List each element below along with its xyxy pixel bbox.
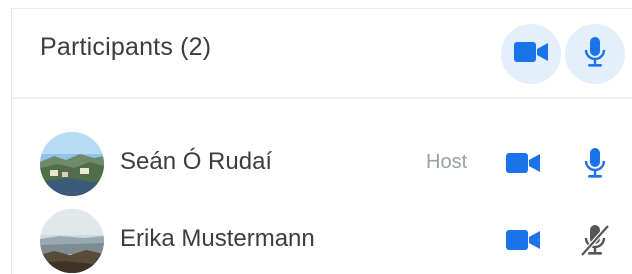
participant-video-toggle[interactable] xyxy=(503,147,543,183)
video-camera-icon xyxy=(506,229,540,256)
participant-mic-toggle[interactable] xyxy=(575,147,615,183)
participants-panel: Participants (2) Seán Ó Rudaí Host Erika… xyxy=(11,8,632,274)
participant-name: Erika Mustermann xyxy=(120,225,315,252)
participant-row: Erika Mustermann xyxy=(12,208,632,274)
participant-name: Seán Ó Rudaí xyxy=(120,148,273,175)
microphone-icon xyxy=(584,36,606,73)
participant-mic-toggle[interactable] xyxy=(575,223,615,262)
toggle-video-button[interactable] xyxy=(501,24,561,84)
participants-header: Participants (2) xyxy=(12,9,632,99)
microphone-muted-icon xyxy=(580,223,610,262)
participant-role-badge: Host xyxy=(426,151,468,173)
avatar xyxy=(40,132,104,196)
avatar xyxy=(40,209,104,273)
microphone-icon xyxy=(584,147,606,184)
panel-title: Participants (2) xyxy=(40,33,212,61)
participant-row: Seán Ó Rudaí Host xyxy=(12,131,632,197)
video-camera-icon xyxy=(506,152,540,179)
participant-video-toggle[interactable] xyxy=(503,224,543,260)
toggle-microphone-button[interactable] xyxy=(565,24,625,84)
video-camera-icon xyxy=(514,41,548,68)
